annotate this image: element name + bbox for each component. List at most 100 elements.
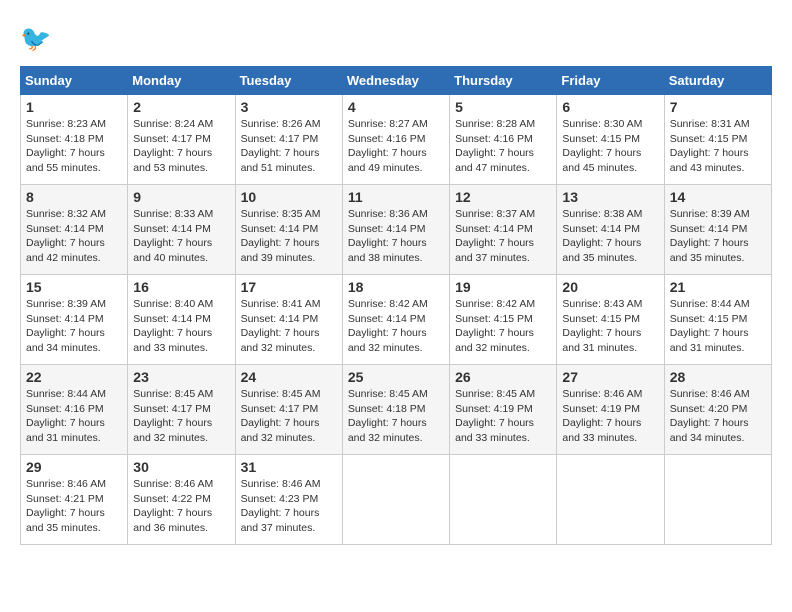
day-info: Sunrise: 8:46 AM Sunset: 4:22 PM Dayligh… (133, 477, 229, 536)
day-number: 23 (133, 369, 229, 385)
day-info: Sunrise: 8:36 AM Sunset: 4:14 PM Dayligh… (348, 207, 444, 266)
week-row-2: 8 Sunrise: 8:32 AM Sunset: 4:14 PM Dayli… (21, 185, 772, 275)
calendar-cell: 24 Sunrise: 8:45 AM Sunset: 4:17 PM Dayl… (235, 365, 342, 455)
calendar-cell (557, 455, 664, 545)
calendar-cell: 23 Sunrise: 8:45 AM Sunset: 4:17 PM Dayl… (128, 365, 235, 455)
day-info: Sunrise: 8:24 AM Sunset: 4:17 PM Dayligh… (133, 117, 229, 176)
calendar-cell: 25 Sunrise: 8:45 AM Sunset: 4:18 PM Dayl… (342, 365, 449, 455)
calendar-cell: 12 Sunrise: 8:37 AM Sunset: 4:14 PM Dayl… (450, 185, 557, 275)
calendar-table: SundayMondayTuesdayWednesdayThursdayFrid… (20, 66, 772, 545)
day-info: Sunrise: 8:41 AM Sunset: 4:14 PM Dayligh… (241, 297, 337, 356)
week-row-1: 1 Sunrise: 8:23 AM Sunset: 4:18 PM Dayli… (21, 95, 772, 185)
calendar-cell: 20 Sunrise: 8:43 AM Sunset: 4:15 PM Dayl… (557, 275, 664, 365)
day-info: Sunrise: 8:46 AM Sunset: 4:19 PM Dayligh… (562, 387, 658, 446)
day-info: Sunrise: 8:35 AM Sunset: 4:14 PM Dayligh… (241, 207, 337, 266)
day-number: 21 (670, 279, 766, 295)
day-number: 24 (241, 369, 337, 385)
day-info: Sunrise: 8:38 AM Sunset: 4:14 PM Dayligh… (562, 207, 658, 266)
day-number: 29 (26, 459, 122, 475)
col-header-thursday: Thursday (450, 67, 557, 95)
week-row-4: 22 Sunrise: 8:44 AM Sunset: 4:16 PM Dayl… (21, 365, 772, 455)
day-info: Sunrise: 8:32 AM Sunset: 4:14 PM Dayligh… (26, 207, 122, 266)
calendar-cell (664, 455, 771, 545)
day-info: Sunrise: 8:46 AM Sunset: 4:21 PM Dayligh… (26, 477, 122, 536)
week-row-5: 29 Sunrise: 8:46 AM Sunset: 4:21 PM Dayl… (21, 455, 772, 545)
calendar-cell: 15 Sunrise: 8:39 AM Sunset: 4:14 PM Dayl… (21, 275, 128, 365)
calendar-cell: 10 Sunrise: 8:35 AM Sunset: 4:14 PM Dayl… (235, 185, 342, 275)
day-number: 5 (455, 99, 551, 115)
day-info: Sunrise: 8:33 AM Sunset: 4:14 PM Dayligh… (133, 207, 229, 266)
day-number: 30 (133, 459, 229, 475)
col-header-saturday: Saturday (664, 67, 771, 95)
day-info: Sunrise: 8:46 AM Sunset: 4:23 PM Dayligh… (241, 477, 337, 536)
day-number: 2 (133, 99, 229, 115)
day-info: Sunrise: 8:31 AM Sunset: 4:15 PM Dayligh… (670, 117, 766, 176)
calendar-cell: 31 Sunrise: 8:46 AM Sunset: 4:23 PM Dayl… (235, 455, 342, 545)
calendar-cell: 7 Sunrise: 8:31 AM Sunset: 4:15 PM Dayli… (664, 95, 771, 185)
calendar-header-row: SundayMondayTuesdayWednesdayThursdayFrid… (21, 67, 772, 95)
logo: 🐦 (20, 20, 60, 56)
calendar-cell: 19 Sunrise: 8:42 AM Sunset: 4:15 PM Dayl… (450, 275, 557, 365)
day-info: Sunrise: 8:43 AM Sunset: 4:15 PM Dayligh… (562, 297, 658, 356)
day-number: 7 (670, 99, 766, 115)
calendar-cell: 11 Sunrise: 8:36 AM Sunset: 4:14 PM Dayl… (342, 185, 449, 275)
calendar-cell: 16 Sunrise: 8:40 AM Sunset: 4:14 PM Dayl… (128, 275, 235, 365)
day-number: 4 (348, 99, 444, 115)
col-header-sunday: Sunday (21, 67, 128, 95)
day-number: 25 (348, 369, 444, 385)
day-number: 9 (133, 189, 229, 205)
calendar-body: 1 Sunrise: 8:23 AM Sunset: 4:18 PM Dayli… (21, 95, 772, 545)
page-header: 🐦 (20, 20, 772, 56)
calendar-cell: 26 Sunrise: 8:45 AM Sunset: 4:19 PM Dayl… (450, 365, 557, 455)
calendar-cell (450, 455, 557, 545)
day-info: Sunrise: 8:39 AM Sunset: 4:14 PM Dayligh… (26, 297, 122, 356)
day-info: Sunrise: 8:45 AM Sunset: 4:18 PM Dayligh… (348, 387, 444, 446)
calendar-cell: 8 Sunrise: 8:32 AM Sunset: 4:14 PM Dayli… (21, 185, 128, 275)
day-number: 18 (348, 279, 444, 295)
calendar-cell: 21 Sunrise: 8:44 AM Sunset: 4:15 PM Dayl… (664, 275, 771, 365)
day-number: 26 (455, 369, 551, 385)
day-number: 13 (562, 189, 658, 205)
day-info: Sunrise: 8:28 AM Sunset: 4:16 PM Dayligh… (455, 117, 551, 176)
calendar-cell: 3 Sunrise: 8:26 AM Sunset: 4:17 PM Dayli… (235, 95, 342, 185)
day-info: Sunrise: 8:26 AM Sunset: 4:17 PM Dayligh… (241, 117, 337, 176)
day-info: Sunrise: 8:44 AM Sunset: 4:15 PM Dayligh… (670, 297, 766, 356)
calendar-cell: 30 Sunrise: 8:46 AM Sunset: 4:22 PM Dayl… (128, 455, 235, 545)
day-info: Sunrise: 8:42 AM Sunset: 4:14 PM Dayligh… (348, 297, 444, 356)
calendar-cell (342, 455, 449, 545)
day-number: 15 (26, 279, 122, 295)
day-number: 11 (348, 189, 444, 205)
day-number: 28 (670, 369, 766, 385)
calendar-cell: 14 Sunrise: 8:39 AM Sunset: 4:14 PM Dayl… (664, 185, 771, 275)
day-number: 19 (455, 279, 551, 295)
day-number: 10 (241, 189, 337, 205)
calendar-cell: 27 Sunrise: 8:46 AM Sunset: 4:19 PM Dayl… (557, 365, 664, 455)
day-number: 1 (26, 99, 122, 115)
week-row-3: 15 Sunrise: 8:39 AM Sunset: 4:14 PM Dayl… (21, 275, 772, 365)
day-number: 12 (455, 189, 551, 205)
day-number: 20 (562, 279, 658, 295)
day-info: Sunrise: 8:45 AM Sunset: 4:17 PM Dayligh… (133, 387, 229, 446)
day-number: 22 (26, 369, 122, 385)
calendar-cell: 4 Sunrise: 8:27 AM Sunset: 4:16 PM Dayli… (342, 95, 449, 185)
col-header-monday: Monday (128, 67, 235, 95)
day-info: Sunrise: 8:27 AM Sunset: 4:16 PM Dayligh… (348, 117, 444, 176)
calendar-cell: 9 Sunrise: 8:33 AM Sunset: 4:14 PM Dayli… (128, 185, 235, 275)
calendar-cell: 2 Sunrise: 8:24 AM Sunset: 4:17 PM Dayli… (128, 95, 235, 185)
calendar-cell: 29 Sunrise: 8:46 AM Sunset: 4:21 PM Dayl… (21, 455, 128, 545)
day-number: 6 (562, 99, 658, 115)
day-number: 14 (670, 189, 766, 205)
calendar-cell: 22 Sunrise: 8:44 AM Sunset: 4:16 PM Dayl… (21, 365, 128, 455)
day-info: Sunrise: 8:37 AM Sunset: 4:14 PM Dayligh… (455, 207, 551, 266)
col-header-tuesday: Tuesday (235, 67, 342, 95)
svg-text:🐦: 🐦 (20, 25, 51, 53)
day-number: 8 (26, 189, 122, 205)
day-info: Sunrise: 8:23 AM Sunset: 4:18 PM Dayligh… (26, 117, 122, 176)
calendar-cell: 28 Sunrise: 8:46 AM Sunset: 4:20 PM Dayl… (664, 365, 771, 455)
calendar-cell: 6 Sunrise: 8:30 AM Sunset: 4:15 PM Dayli… (557, 95, 664, 185)
day-info: Sunrise: 8:39 AM Sunset: 4:14 PM Dayligh… (670, 207, 766, 266)
day-info: Sunrise: 8:44 AM Sunset: 4:16 PM Dayligh… (26, 387, 122, 446)
calendar-cell: 1 Sunrise: 8:23 AM Sunset: 4:18 PM Dayli… (21, 95, 128, 185)
logo-icon: 🐦 (20, 20, 56, 56)
col-header-friday: Friday (557, 67, 664, 95)
